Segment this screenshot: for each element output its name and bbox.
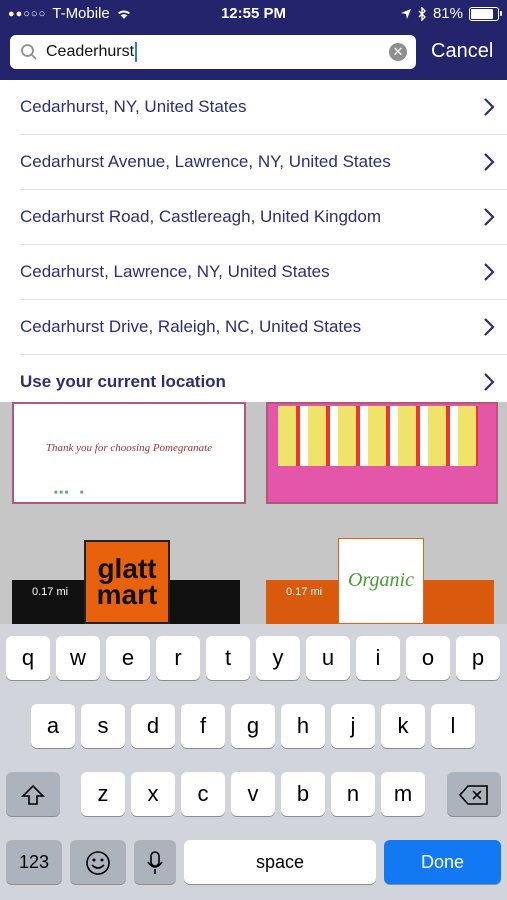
key-r[interactable]: r — [156, 636, 200, 680]
key-s[interactable]: s — [81, 704, 125, 748]
key-z[interactable]: z — [81, 772, 125, 816]
key-e[interactable]: e — [106, 636, 150, 680]
suggestion-label: Cedarhurst, NY, United States — [20, 97, 247, 116]
shift-key[interactable] — [6, 772, 60, 816]
suggestion-item[interactable]: Cedarhurst, Lawrence, NY, United States — [20, 245, 507, 300]
chevron-right-icon — [484, 98, 495, 116]
key-f[interactable]: f — [181, 704, 225, 748]
suggestion-label: Cedarhurst, Lawrence, NY, United States — [20, 262, 330, 281]
store-distance: 0.17 mi — [32, 586, 69, 598]
use-current-location-label: Use your current location — [20, 372, 226, 391]
store-distance: 0.17 mi — [286, 586, 323, 598]
search-field[interactable]: Ceaderhurst ✕ — [10, 35, 416, 69]
chevron-right-icon — [484, 263, 495, 281]
flyer-text: Thank you for choosing Pomegranate — [45, 442, 213, 454]
key-c[interactable]: c — [181, 772, 225, 816]
key-t[interactable]: t — [206, 636, 250, 680]
pomegranate-flyer-card[interactable]: Thank you for choosing Pomegranate ■ ■ ■… — [12, 402, 246, 504]
key-k[interactable]: k — [381, 704, 425, 748]
organic-circle-logo: Organic — [338, 538, 424, 624]
header-bar: ●●○○○ T-Mobile 12:55 PM 81% Ceaderhurst … — [0, 0, 507, 80]
key-i[interactable]: i — [356, 636, 400, 680]
glatt-mart-logo: glatt mart — [84, 540, 170, 624]
key-g[interactable]: g — [231, 704, 275, 748]
key-y[interactable]: y — [256, 636, 300, 680]
key-b[interactable]: b — [281, 772, 325, 816]
emoji-key[interactable] — [70, 840, 126, 884]
location-arrow-icon — [400, 8, 411, 19]
flyer-social-icons: ■ ■ ■ ■ — [54, 490, 84, 496]
key-j[interactable]: j — [331, 704, 375, 748]
use-current-location-item[interactable]: Use your current location — [20, 355, 507, 409]
text-cursor — [135, 41, 138, 62]
key-d[interactable]: d — [131, 704, 175, 748]
cancel-button[interactable]: Cancel — [431, 40, 493, 63]
shift-icon — [21, 785, 45, 805]
suggestion-item[interactable]: Cedarhurst Avenue, Lawrence, NY, United … — [20, 135, 507, 190]
key-o[interactable]: o — [406, 636, 450, 680]
chevron-right-icon — [484, 208, 495, 226]
battery-percent: 81% — [432, 5, 463, 22]
battery-icon — [469, 6, 502, 21]
status-bar: ●●○○○ T-Mobile 12:55 PM 81% — [0, 0, 507, 28]
key-u[interactable]: u — [306, 636, 350, 680]
flyer-image — [278, 406, 478, 466]
search-input-value: Ceaderhurst — [46, 43, 135, 60]
key-h[interactable]: h — [281, 704, 325, 748]
chevron-right-icon — [484, 318, 495, 336]
key-m[interactable]: m — [381, 772, 425, 816]
suggestion-item[interactable]: Cedarhurst Road, Castlereagh, United Kin… — [20, 190, 507, 245]
suggestion-item[interactable]: Cedarhurst, NY, United States — [20, 80, 507, 135]
backspace-icon — [458, 785, 488, 805]
suggestion-label: Cedarhurst Drive, Raleigh, NC, United St… — [20, 317, 362, 336]
clear-text-icon[interactable]: ✕ — [389, 43, 407, 61]
key-x[interactable]: x — [131, 772, 175, 816]
key-w[interactable]: w — [56, 636, 100, 680]
done-key[interactable]: Done — [384, 840, 501, 884]
bluetooth-icon — [418, 6, 426, 21]
key-v[interactable]: v — [231, 772, 275, 816]
key-n[interactable]: n — [331, 772, 375, 816]
suggestion-item[interactable]: Cedarhurst Drive, Raleigh, NC, United St… — [20, 300, 507, 355]
numbers-key[interactable]: 123 — [6, 840, 62, 884]
dictation-key[interactable] — [134, 840, 176, 884]
keyboard: q w e r t y u i o p a s d f g h j k l z … — [0, 624, 507, 900]
search-input[interactable]: Ceaderhurst — [46, 35, 138, 69]
key-a[interactable]: a — [31, 704, 75, 748]
space-key[interactable]: space — [184, 840, 376, 884]
chevron-right-icon — [484, 153, 495, 171]
key-p[interactable]: p — [456, 636, 500, 680]
backspace-key[interactable] — [447, 772, 501, 816]
key-l[interactable]: l — [431, 704, 475, 748]
store-grid-background: Thank you for choosing Pomegranate ■ ■ ■… — [0, 402, 507, 624]
sale-flyer-card[interactable] — [266, 402, 498, 504]
location-suggestion-list: Cedarhurst, NY, United States Cedarhurst… — [0, 80, 507, 402]
emoji-icon — [86, 851, 110, 875]
search-icon — [21, 44, 37, 60]
suggestion-label: Cedarhurst Road, Castlereagh, United Kin… — [20, 207, 381, 226]
microphone-icon — [147, 851, 163, 875]
chevron-right-icon — [484, 373, 495, 391]
suggestion-label: Cedarhurst Avenue, Lawrence, NY, United … — [20, 152, 391, 171]
key-q[interactable]: q — [6, 636, 50, 680]
